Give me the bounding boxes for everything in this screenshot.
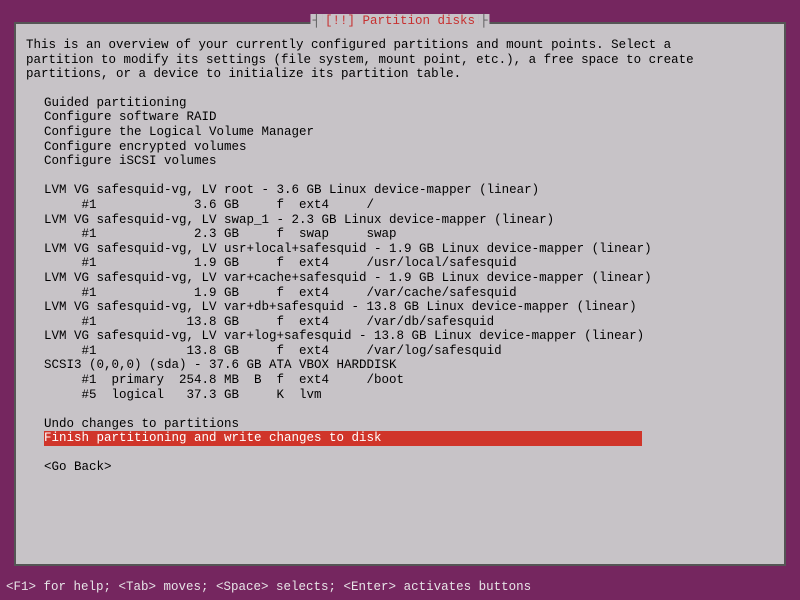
- lvm-var-db-header[interactable]: LVM VG safesquid-vg, LV var+db+safesquid…: [44, 300, 774, 315]
- title-decoration-right: ├: [478, 14, 490, 28]
- lvm-usr-local-partition[interactable]: #1 1.9 GB f ext4 /usr/local/safesquid: [44, 256, 774, 271]
- finish-label: Finish partitioning and write changes to…: [44, 431, 642, 446]
- lvm-var-cache-header[interactable]: LVM VG safesquid-vg, LV var+cache+safesq…: [44, 271, 774, 286]
- lvm-swap-header[interactable]: LVM VG safesquid-vg, LV swap_1 - 2.3 GB …: [44, 213, 774, 228]
- lvm-swap-partition[interactable]: #1 2.3 GB f swap swap: [44, 227, 774, 242]
- scsi-partition-1[interactable]: #1 primary 254.8 MB B f ext4 /boot: [44, 373, 774, 388]
- menu-configure-encrypted[interactable]: Configure encrypted volumes: [44, 140, 774, 155]
- lvm-var-log-partition[interactable]: #1 13.8 GB f ext4 /var/log/safesquid: [44, 344, 774, 359]
- menu-configure-raid[interactable]: Configure software RAID: [44, 110, 774, 125]
- partition-dialog: ┤ [!!] Partition disks ├ This is an over…: [14, 22, 786, 566]
- lvm-root-header[interactable]: LVM VG safesquid-vg, LV root - 3.6 GB Li…: [44, 183, 774, 198]
- menu-configure-iscsi[interactable]: Configure iSCSI volumes: [44, 154, 774, 169]
- actions-section: Undo changes to partitions Finish partit…: [26, 417, 774, 446]
- spacer: [26, 169, 774, 184]
- partitions-section: LVM VG safesquid-vg, LV root - 3.6 GB Li…: [26, 183, 774, 402]
- go-back-button[interactable]: <Go Back>: [26, 460, 774, 475]
- dialog-description: This is an overview of your currently co…: [26, 38, 774, 82]
- lvm-usr-local-header[interactable]: LVM VG safesquid-vg, LV usr+local+safesq…: [44, 242, 774, 257]
- dialog-content: This is an overview of your currently co…: [16, 24, 784, 483]
- undo-changes-button[interactable]: Undo changes to partitions: [44, 417, 774, 432]
- guided-section: Guided partitioning Configure software R…: [26, 96, 774, 169]
- dialog-title: [!!] Partition disks: [322, 14, 478, 28]
- footer-help-text: <F1> for help; <Tab> moves; <Space> sele…: [6, 580, 531, 594]
- spacer: [26, 402, 774, 417]
- menu-guided-partitioning[interactable]: Guided partitioning: [44, 96, 774, 111]
- title-decoration-left: ┤: [310, 14, 322, 28]
- lvm-var-db-partition[interactable]: #1 13.8 GB f ext4 /var/db/safesquid: [44, 315, 774, 330]
- scsi-partition-5[interactable]: #5 logical 37.3 GB K lvm: [44, 388, 774, 403]
- scsi-disk-header[interactable]: SCSI3 (0,0,0) (sda) - 37.6 GB ATA VBOX H…: [44, 358, 774, 373]
- lvm-var-log-header[interactable]: LVM VG safesquid-vg, LV var+log+safesqui…: [44, 329, 774, 344]
- dialog-title-bar: ┤ [!!] Partition disks ├: [310, 14, 489, 28]
- menu-configure-lvm[interactable]: Configure the Logical Volume Manager: [44, 125, 774, 140]
- finish-partitioning-button[interactable]: Finish partitioning and write changes to…: [44, 431, 774, 446]
- lvm-root-partition[interactable]: #1 3.6 GB f ext4 /: [44, 198, 774, 213]
- lvm-var-cache-partition[interactable]: #1 1.9 GB f ext4 /var/cache/safesquid: [44, 286, 774, 301]
